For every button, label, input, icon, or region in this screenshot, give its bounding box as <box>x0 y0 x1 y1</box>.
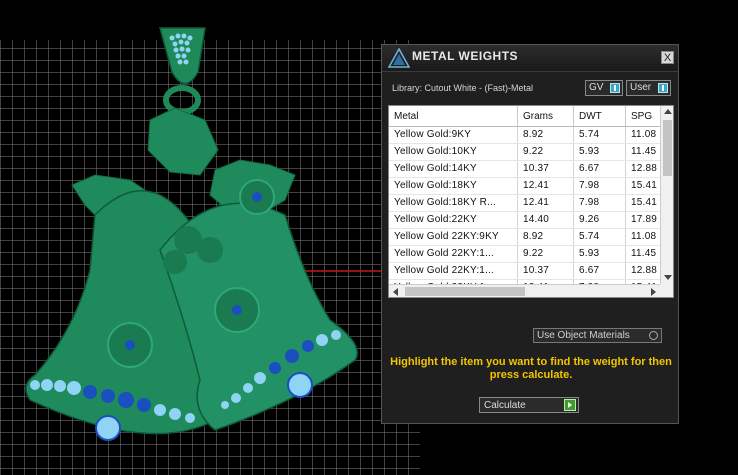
play-arrow-icon <box>564 399 576 411</box>
scroll-right-arrow-icon[interactable] <box>651 288 656 296</box>
dwt-cell: 5.93 <box>574 246 626 262</box>
dwt-cell: 6.67 <box>574 263 626 279</box>
scrollbar-corner <box>660 284 673 297</box>
metal-cell: Yellow Gold 22KY:1... <box>389 297 518 298</box>
toggle-indicator-icon <box>610 83 620 93</box>
scroll-left-arrow-icon[interactable] <box>393 288 398 296</box>
table-row[interactable]: Yellow Gold:18KY 12.41 7.98 15.41 <box>389 178 673 195</box>
scroll-up-arrow-icon[interactable] <box>664 109 672 114</box>
gv-toggle[interactable]: GV <box>585 80 623 96</box>
metal-weights-panel: METAL WEIGHTS X Library: Cutout White - … <box>381 44 679 424</box>
grams-cell: 12.41 <box>518 195 574 211</box>
panel-title: METAL WEIGHTS <box>412 49 519 63</box>
grams-cell: 9.22 <box>518 246 574 262</box>
dwt-cell: 7.98 <box>574 297 626 298</box>
app-logo-icon <box>388 48 410 68</box>
grams-cell: 8.92 <box>518 127 574 143</box>
horizontal-scroll-thumb[interactable] <box>405 287 525 296</box>
user-toggle[interactable]: User <box>626 80 671 96</box>
gv-toggle-label: GV <box>589 82 604 93</box>
metal-cell: Yellow Gold 22KY:1... <box>389 246 518 262</box>
grams-cell: 14.40 <box>518 212 574 228</box>
metal-cell: Yellow Gold:10KY <box>389 144 518 160</box>
column-header-dwt[interactable]: DWT <box>574 106 626 126</box>
table-header: Metal Grams DWT SPG <box>389 106 673 127</box>
spg-cell: 15.41 <box>626 297 674 298</box>
toggle-indicator-icon <box>658 83 668 93</box>
dwt-cell: 7.98 <box>574 178 626 194</box>
metal-cell: Yellow Gold:14KY <box>389 161 518 177</box>
table-row[interactable]: Yellow Gold 22KY:1...12.417.9815.41 <box>389 297 674 298</box>
calculate-button[interactable]: Calculate <box>479 397 579 413</box>
table-row[interactable]: Yellow Gold:22KY 14.40 9.26 17.89 <box>389 212 673 229</box>
calculate-label: Calculate <box>484 400 526 411</box>
metal-cell: Yellow Gold:9KY <box>389 127 518 143</box>
table-row[interactable]: Yellow Gold 22KY:1... 9.22 5.93 11.45 <box>389 246 673 263</box>
grams-cell: 8.92 <box>518 229 574 245</box>
table-row[interactable]: Yellow Gold 22KY:9KY 8.92 5.74 11.08 <box>389 229 673 246</box>
radio-circle-icon <box>649 331 658 340</box>
panel-titlebar[interactable]: METAL WEIGHTS X <box>382 45 678 72</box>
dwt-cell: 5.74 <box>574 229 626 245</box>
horizontal-scrollbar[interactable] <box>389 284 660 297</box>
grams-cell: 12.41 <box>518 178 574 194</box>
table-row[interactable]: Yellow Gold 22KY:1... 10.37 6.67 12.88 <box>389 263 673 280</box>
dwt-cell: 5.93 <box>574 144 626 160</box>
dwt-cell: 9.26 <box>574 212 626 228</box>
column-header-grams[interactable]: Grams <box>518 106 574 126</box>
table-row[interactable]: Yellow Gold:9KY 8.92 5.74 11.08 <box>389 127 673 144</box>
vertical-scroll-thumb[interactable] <box>663 120 672 176</box>
column-header-metal[interactable]: Metal <box>389 106 518 126</box>
table-row[interactable]: Yellow Gold:10KY 9.22 5.93 11.45 <box>389 144 673 161</box>
instructions-text: Highlight the item you want to find the … <box>390 356 672 381</box>
use-object-materials-toggle[interactable]: Use Object Materials <box>533 328 662 343</box>
user-toggle-label: User <box>630 82 652 93</box>
grams-cell: 12.41 <box>518 297 574 298</box>
metal-cell: Yellow Gold:18KY R... <box>389 195 518 211</box>
grams-cell: 10.37 <box>518 161 574 177</box>
library-label: Library: Cutout White - (Fast)-Metal <box>392 83 534 93</box>
grams-cell: 9.22 <box>518 144 574 160</box>
table-row[interactable]: Yellow Gold:18KY R... 12.41 7.98 15.41 <box>389 195 673 212</box>
dwt-cell: 6.67 <box>574 161 626 177</box>
table-body: Yellow Gold:9KY 8.92 5.74 11.08 Yellow Gold:… <box>389 127 674 298</box>
dwt-cell: 7.98 <box>574 195 626 211</box>
grams-cell: 10.37 <box>518 263 574 279</box>
table-row[interactable]: Yellow Gold:14KY 10.37 6.67 12.88 <box>389 161 673 178</box>
use-object-materials-label: Use Object Materials <box>537 330 630 341</box>
metal-cell: Yellow Gold:18KY <box>389 178 518 194</box>
close-button[interactable]: X <box>661 51 674 64</box>
metal-cell: Yellow Gold:22KY <box>389 212 518 228</box>
scroll-down-arrow-icon[interactable] <box>664 275 672 280</box>
metal-cell: Yellow Gold 22KY:1... <box>389 263 518 279</box>
metal-weights-table[interactable]: Metal Grams DWT SPG Yellow Gold:9KY 8.92 5… <box>388 105 674 298</box>
metal-cell: Yellow Gold 22KY:9KY <box>389 229 518 245</box>
dwt-cell: 5.74 <box>574 127 626 143</box>
vertical-scrollbar[interactable] <box>660 106 673 284</box>
